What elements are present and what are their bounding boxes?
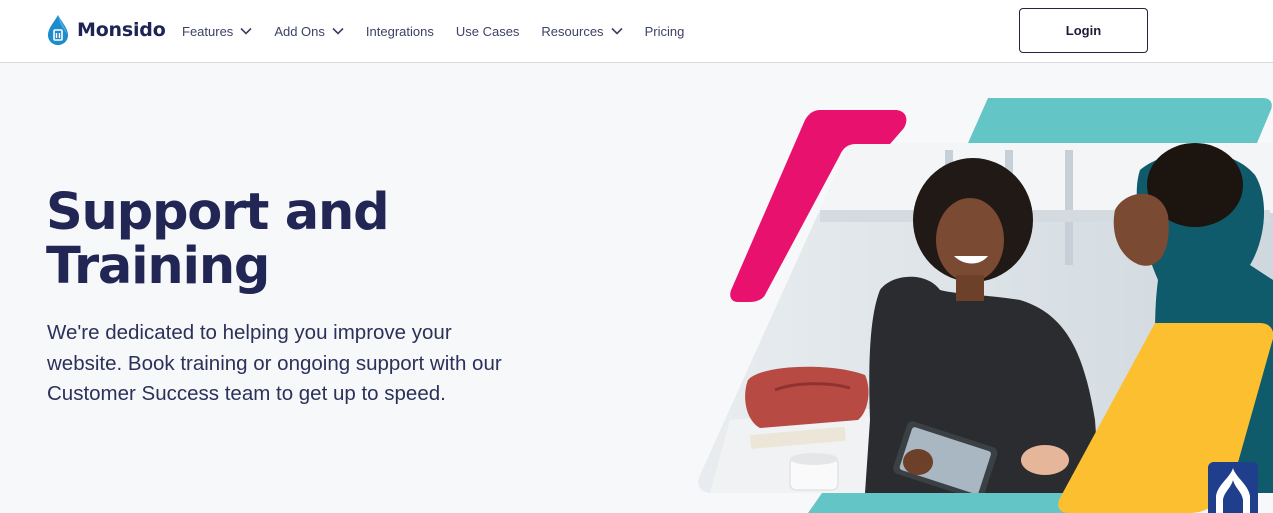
brand-logo-link[interactable]: Monsido (46, 14, 166, 46)
chevron-down-icon (240, 27, 252, 35)
nav-item-resources-label: Resources (541, 23, 604, 39)
nav-item-integrations-label: Integrations (365, 23, 434, 39)
nav-item-use-cases[interactable]: Use Cases (456, 24, 520, 39)
nav-item-add-ons[interactable]: Add Ons (274, 24, 344, 39)
login-button[interactable]: Login (1019, 8, 1148, 53)
brand-name: Monsido (77, 19, 166, 41)
top-navigation-bar: Monsido Features Add Ons Integrations Us… (0, 0, 1273, 63)
nav-item-pricing[interactable]: Pricing (645, 24, 685, 39)
main-nav-menu: Features Add Ons Integrations Use Cases … (182, 20, 684, 42)
chat-widget-icon (1208, 462, 1258, 513)
nav-item-add-ons-label: Add Ons (274, 23, 325, 39)
nav-item-features[interactable]: Features (182, 24, 252, 39)
teal-accent-shape (968, 98, 1272, 143)
hero-title-line-1: Support and (46, 183, 390, 242)
hero-description: We're dedicated to helping you improve y… (47, 321, 502, 405)
nav-item-resources[interactable]: Resources (541, 23, 623, 39)
hero-image (698, 98, 1273, 513)
hero-title-line-2: Training (46, 237, 270, 296)
monsido-droplet-logo-icon (48, 15, 68, 45)
nav-item-pricing-label: Pricing (644, 23, 685, 39)
nav-item-integrations[interactable]: Integrations (366, 24, 434, 39)
nav-item-features-label: Features (182, 23, 234, 39)
chat-widget-button[interactable] (1208, 462, 1258, 513)
nav-item-use-cases-label: Use Cases (455, 23, 520, 39)
hero-title: Support and Training (46, 186, 566, 294)
chevron-down-icon (610, 27, 623, 35)
chevron-down-icon (332, 27, 344, 35)
